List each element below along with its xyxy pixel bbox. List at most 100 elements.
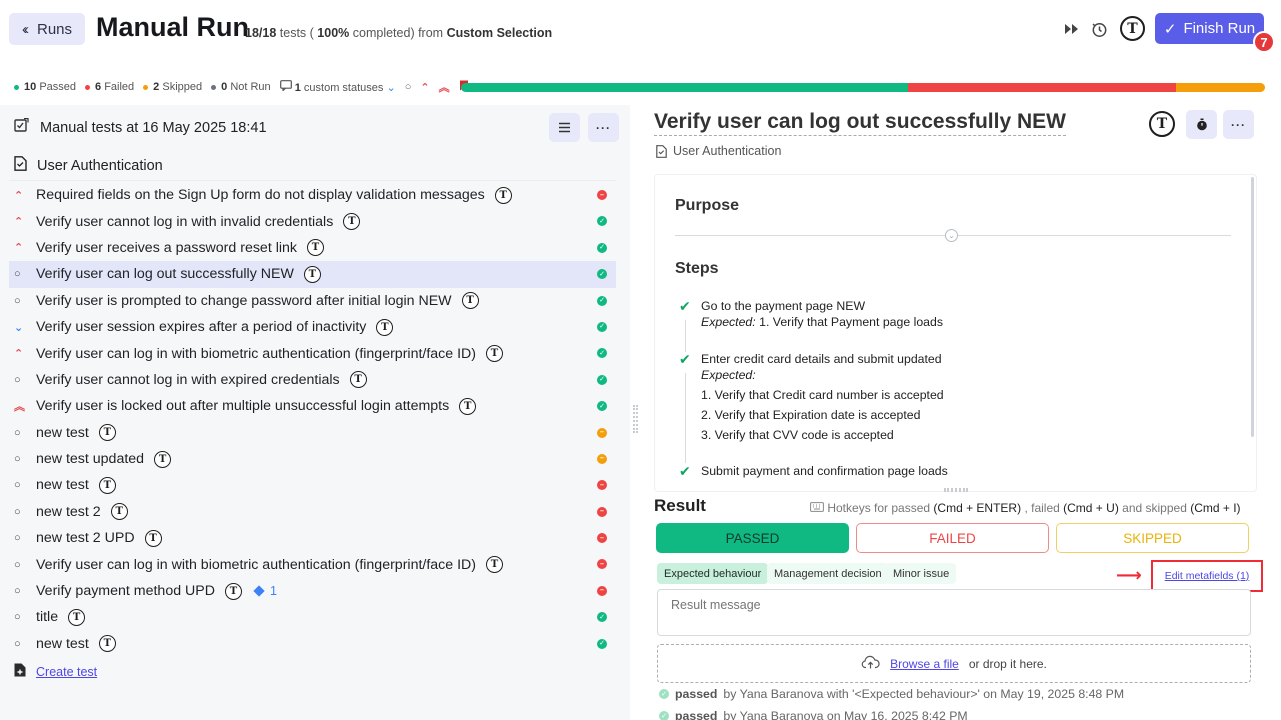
history-entry: ✓ passed by Yana Baranova with '<Expecte… <box>659 687 1124 701</box>
priority-none-icon: ○ <box>14 268 21 281</box>
test-row[interactable]: ○ Verify user is prompted to change passw… <box>9 288 616 314</box>
test-detail-panel: Verify user can log out successfully NEW… <box>640 105 1281 720</box>
test-row[interactable]: ○ Verify payment method UPD T 1 – <box>9 578 616 604</box>
priority-critical-icon[interactable]: ︽ <box>439 79 450 95</box>
priority-dbl-icon: ︽ <box>14 401 25 414</box>
test-row[interactable]: ○ Verify user cannot log in with expired … <box>9 367 616 393</box>
step-1-text: Go to the payment page NEW <box>701 299 866 313</box>
priority-up-icon: ⌃ <box>14 348 24 361</box>
progress-failed <box>907 83 1176 92</box>
test-title: new test <box>36 635 89 652</box>
test-row[interactable]: ⌄ Verify user session expires after a per… <box>9 314 616 340</box>
detail-more-button[interactable]: ··· <box>1223 110 1254 139</box>
test-row[interactable]: ○ Verify user can log in with biometric a… <box>9 551 616 577</box>
status-failed-icon: – <box>597 533 607 544</box>
assignee-avatar-icon: T <box>68 608 86 626</box>
status-skipped-icon: – <box>597 453 607 464</box>
new-file-icon <box>14 663 26 680</box>
test-title[interactable]: Verify user can log out successfully NEW <box>654 110 1066 136</box>
status-failed-icon: – <box>597 559 607 570</box>
test-row[interactable]: ○ new test T ✓ <box>9 631 616 657</box>
test-row[interactable]: ○ Verify user can log out successfully NE… <box>9 261 616 288</box>
suite-header[interactable]: User Authentication <box>9 151 616 181</box>
test-row[interactable]: ︽ Verify user is locked out after multipl… <box>9 393 616 419</box>
test-row[interactable]: ○ new test updated T – <box>9 446 616 472</box>
run-stats: 10 Passed 6 Failed 2 Skipped 0 Not Run 1… <box>14 79 469 95</box>
stat-custom[interactable]: 1 custom statuses ⌄ <box>279 80 396 94</box>
more-options-button[interactable]: ··· <box>588 113 619 142</box>
browse-file-link[interactable]: Browse a file <box>890 657 959 671</box>
description-resize-handle[interactable] <box>944 488 968 492</box>
test-row[interactable]: ○ new test T – <box>9 420 616 446</box>
test-row[interactable]: ⌃ Required fields on the Sign Up form do … <box>9 182 616 208</box>
test-row[interactable]: ○ new test 2 T – <box>9 499 616 525</box>
list-view-button[interactable] <box>549 113 580 142</box>
description-scrollbar[interactable] <box>1251 177 1254 437</box>
test-row[interactable]: ⌃ Verify user can log in with biometric a… <box>9 340 616 366</box>
passed-count: 10 <box>24 81 37 93</box>
comment-icon <box>279 80 295 94</box>
stat-passed[interactable]: 10 Passed <box>14 81 76 93</box>
assignee-avatar-icon[interactable]: T <box>1149 111 1175 137</box>
tag-minor-issue[interactable]: Minor issue <box>886 563 957 584</box>
passed-button[interactable]: PASSED <box>656 523 849 553</box>
panel-splitter[interactable] <box>633 405 638 433</box>
test-row[interactable]: ⌃ Verify user receives a password reset l… <box>9 235 616 261</box>
passed-label: Passed <box>39 81 77 93</box>
test-row[interactable]: ○ new test 2 UPD T – <box>9 525 616 551</box>
test-title: new test <box>36 477 89 494</box>
history-status: passed <box>675 709 718 720</box>
user-avatar-icon[interactable]: T <box>1120 16 1145 41</box>
stat-skipped[interactable]: 2 Skipped <box>143 81 202 93</box>
test-row[interactable]: ○ new test T – <box>9 472 616 498</box>
test-list: ⌃ Required fields on the Sign Up form do … <box>9 182 616 657</box>
finish-run-label: Finish Run <box>1183 20 1256 37</box>
tag-management-decision[interactable]: Management decision <box>767 563 889 584</box>
status-passed-icon: ✓ <box>597 321 607 332</box>
expected-label: Expected: <box>701 315 756 329</box>
test-row[interactable]: ⌃ Verify user cannot log in with invalid … <box>9 208 616 234</box>
step-done-icon: ✔ <box>679 463 691 479</box>
assignee-avatar-icon: T <box>144 529 162 547</box>
test-list-panel: Manual tests at 16 May 2025 18:41 ··· Us… <box>0 105 630 720</box>
passed-check-icon: ✓ <box>659 689 669 699</box>
timer-button[interactable] <box>1186 110 1217 139</box>
stat-failed[interactable]: 6 Failed <box>85 81 134 93</box>
priority-high-icon[interactable]: ⌃ <box>420 81 429 94</box>
file-dropzone[interactable]: Browse a file or drop it here. <box>657 644 1251 683</box>
test-row[interactable]: ○ title T ✓ <box>9 604 616 630</box>
status-failed-icon: – <box>597 480 607 491</box>
drop-hint: or drop it here. <box>968 656 1047 671</box>
step-done-icon: ✔ <box>679 298 691 314</box>
status-skipped-icon: – <box>597 427 607 438</box>
stopwatch-icon <box>1196 118 1207 131</box>
status-passed-icon: ✓ <box>597 638 607 649</box>
finish-run-button[interactable]: ✓ Finish Run <box>1155 13 1264 44</box>
back-to-runs-button[interactable]: ‹‹ Runs <box>9 13 85 45</box>
result-message-input[interactable] <box>657 589 1251 636</box>
history-text: by Yana Baranova on May 16, 2025 8:42 PM <box>723 709 968 720</box>
history-entry: ✓ passed by Yana Baranova on May 16, 202… <box>659 709 968 720</box>
skipped-button[interactable]: SKIPPED <box>1056 523 1249 553</box>
test-suite-ref: User Authentication <box>656 144 781 158</box>
chevron-down-icon[interactable]: ⌄ <box>945 229 958 242</box>
failed-button[interactable]: FAILED <box>856 523 1049 553</box>
create-test-link[interactable]: Create test <box>36 665 97 679</box>
fast-forward-icon[interactable] <box>1061 18 1083 40</box>
ellipsis-icon: ··· <box>1231 117 1246 132</box>
custom-count: 1 <box>294 82 301 94</box>
edit-metafields-link[interactable]: Edit metafields (1) <box>1165 570 1250 582</box>
assignee-avatar-icon: T <box>154 450 172 468</box>
progress-skipped <box>1175 83 1265 92</box>
test-title: new test updated <box>36 451 145 468</box>
result-heading: Result <box>654 496 706 515</box>
test-title: Verify user can log in with biometric au… <box>36 345 477 362</box>
failed-count: 6 <box>95 81 102 93</box>
priority-normal-icon[interactable]: ○ <box>405 81 412 93</box>
test-title: new test 2 <box>36 503 101 520</box>
tag-expected-behaviour[interactable]: Expected behaviour <box>657 563 769 584</box>
timer-reset-icon[interactable] <box>1088 18 1110 40</box>
stat-notrun[interactable]: 0 Not Run <box>211 81 271 93</box>
notrun-count: 0 <box>221 81 228 93</box>
page-title: Manual Run <box>96 12 249 42</box>
